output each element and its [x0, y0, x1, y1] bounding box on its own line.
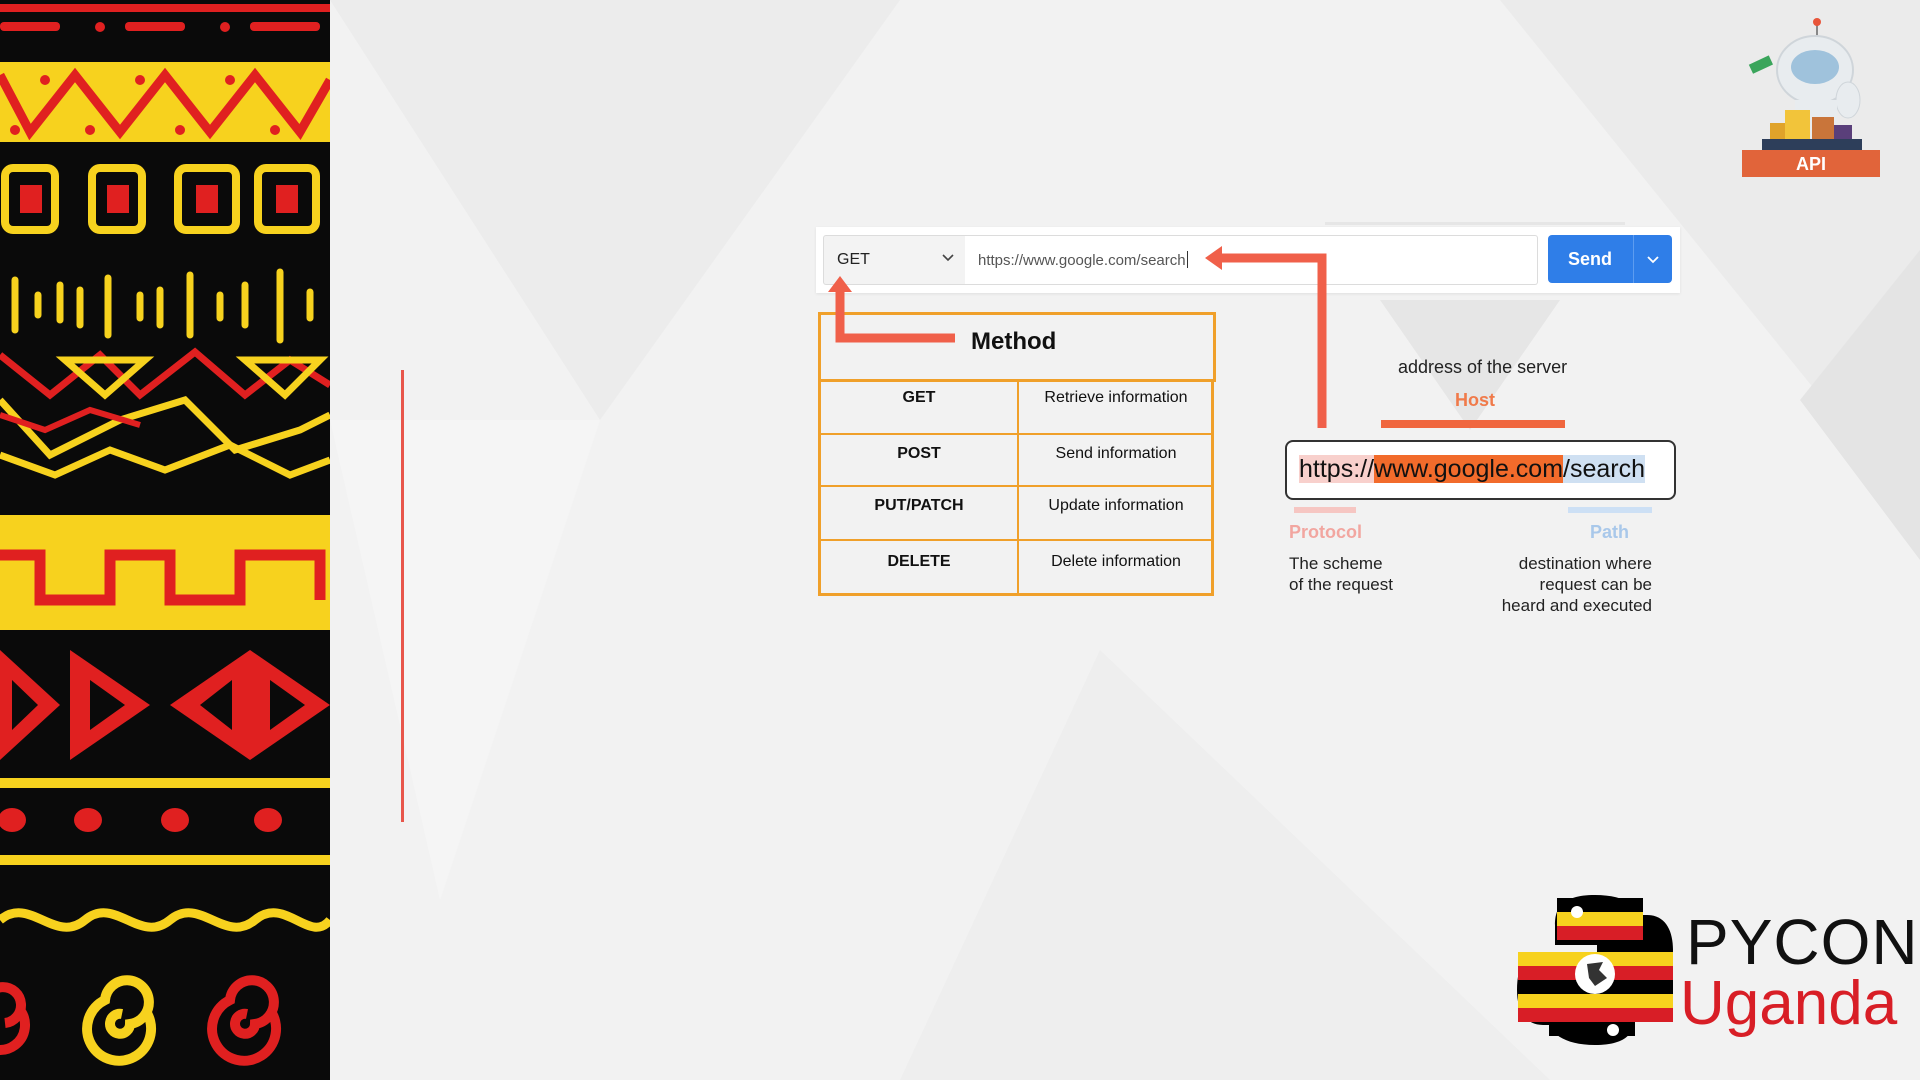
path-label: Path [1590, 522, 1630, 542]
url-host-segment: www.google.com [1374, 455, 1564, 483]
method-description: Update information [1048, 497, 1184, 514]
method-table-title: Method [971, 328, 1057, 355]
divider-line [1325, 222, 1625, 225]
chevron-down-icon [942, 254, 954, 262]
method-table: Method GET Retrieve information POST Sen… [818, 312, 1216, 596]
protocol-label: Protocol [1289, 522, 1363, 542]
protocol-marker-bar [1294, 507, 1356, 513]
url-protocol-segment: https:// [1299, 455, 1375, 483]
url-input-value: https://www.google.com/search [978, 252, 1186, 269]
method-table-body: GET Retrieve information POST Send infor… [818, 379, 1214, 596]
text-caret [1186, 251, 1188, 268]
protocol-description-line: The scheme [1289, 554, 1383, 573]
method-description: Delete information [1051, 553, 1181, 570]
uganda-logo-text: Uganda [1680, 969, 1898, 1038]
host-label: Host [1455, 390, 1495, 410]
url-anatomy-box: https://www.google.com/search [1285, 440, 1676, 500]
host-marker-bar [1381, 420, 1565, 428]
decorative-pattern-strip [0, 0, 330, 1080]
table-row: PUT/PATCH Update information [821, 487, 1211, 541]
api-logo-text: API [1796, 154, 1826, 174]
path-description-line: request can be [1539, 575, 1652, 594]
method-name: DELETE [887, 553, 951, 570]
method-name: POST [897, 445, 941, 462]
send-button-divider [1633, 235, 1634, 283]
protocol-description-line: of the request [1289, 575, 1393, 594]
vertical-accent-line [401, 370, 404, 822]
method-name: GET [902, 389, 936, 406]
table-row: GET Retrieve information [821, 379, 1211, 435]
send-button-label: Send [1567, 249, 1612, 269]
path-description-line: destination where [1518, 554, 1652, 573]
table-row: POST Send information [821, 435, 1211, 487]
path-description: destination where request can be heard a… [1470, 553, 1652, 616]
send-button[interactable]: Send [1548, 235, 1672, 283]
method-select[interactable]: GET [823, 235, 967, 285]
method-select-value: GET [837, 251, 870, 268]
method-description: Retrieve information [1044, 389, 1188, 406]
pycon-uganda-snake-logo [1517, 895, 1673, 1045]
method-table-header: Method [818, 312, 1216, 382]
method-name: PUT/PATCH [874, 497, 964, 514]
server-caption: address of the server [1398, 357, 1568, 377]
path-description-line: heard and executed [1501, 596, 1652, 615]
api-astronaut-logo: API [1742, 18, 1880, 177]
protocol-description: The scheme of the request [1289, 553, 1439, 595]
method-description: Send information [1055, 445, 1177, 462]
path-marker-bar [1568, 507, 1652, 513]
chevron-down-icon[interactable] [1644, 250, 1662, 268]
url-input[interactable]: https://www.google.com/search [965, 235, 1538, 285]
url-path-segment: /search [1563, 455, 1646, 483]
table-row: DELETE Delete information [821, 541, 1211, 593]
